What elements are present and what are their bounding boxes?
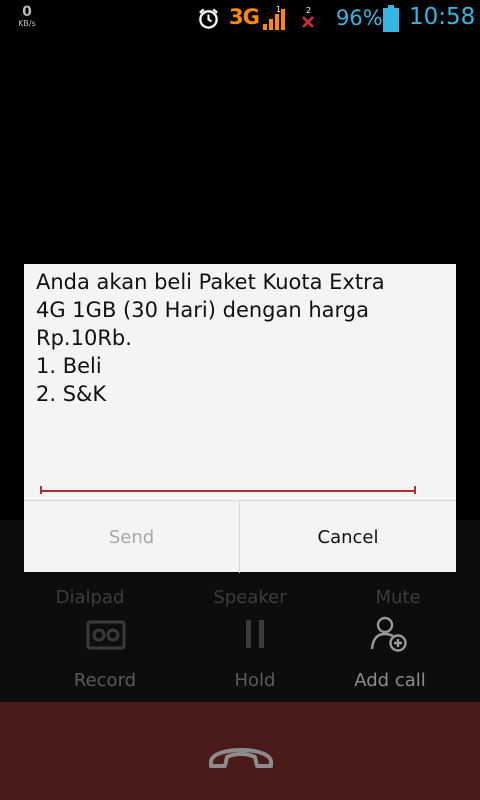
network-speed: 0 KB/s	[14, 5, 40, 28]
battery-percent: 96%	[336, 6, 383, 30]
add-call-button[interactable]: Add call	[310, 670, 470, 691]
alarm-clock-icon	[199, 8, 218, 29]
ussd-dialog: Anda akan beli Paket Kuota Extra 4G 1GB …	[24, 264, 456, 573]
hold-icon	[246, 620, 264, 648]
end-call-bar	[0, 702, 480, 800]
network-speed-value: 0	[22, 4, 32, 20]
signal-strength-sim1-icon: 1	[263, 5, 285, 30]
end-call-button[interactable]	[195, 732, 287, 776]
battery-icon	[383, 5, 399, 32]
mute-button[interactable]: Mute	[318, 587, 478, 608]
clock: 10:58	[409, 4, 476, 30]
add-call-icon	[370, 616, 407, 652]
speaker-button[interactable]: Speaker	[170, 587, 330, 608]
record-button[interactable]: Record	[25, 670, 185, 691]
sim1-label: 1	[276, 5, 281, 14]
network-speed-unit: KB/s	[18, 19, 36, 28]
phone-screen: 0 KB/s 3G 1 2 96% 10:58 Dialpad Speaker …	[0, 0, 480, 800]
cancel-button[interactable]: Cancel	[240, 501, 456, 573]
status-bar: 0 KB/s 3G 1 2 96% 10:58	[0, 0, 480, 38]
ussd-message: Anda akan beli Paket Kuota Extra 4G 1GB …	[36, 270, 385, 406]
record-icon	[86, 620, 126, 650]
dialpad-button[interactable]: Dialpad	[10, 587, 170, 608]
input-underline-right	[414, 486, 416, 494]
ussd-response-input[interactable]	[40, 440, 416, 492]
send-button[interactable]: Send	[24, 501, 240, 573]
dialog-button-bar: Send Cancel	[24, 500, 456, 573]
end-call-icon	[209, 748, 273, 768]
network-type-label: 3G	[229, 5, 260, 29]
no-signal-sim2-icon: 2	[302, 6, 314, 28]
input-underline-left	[40, 486, 42, 494]
sim2-label: 2	[306, 6, 311, 15]
